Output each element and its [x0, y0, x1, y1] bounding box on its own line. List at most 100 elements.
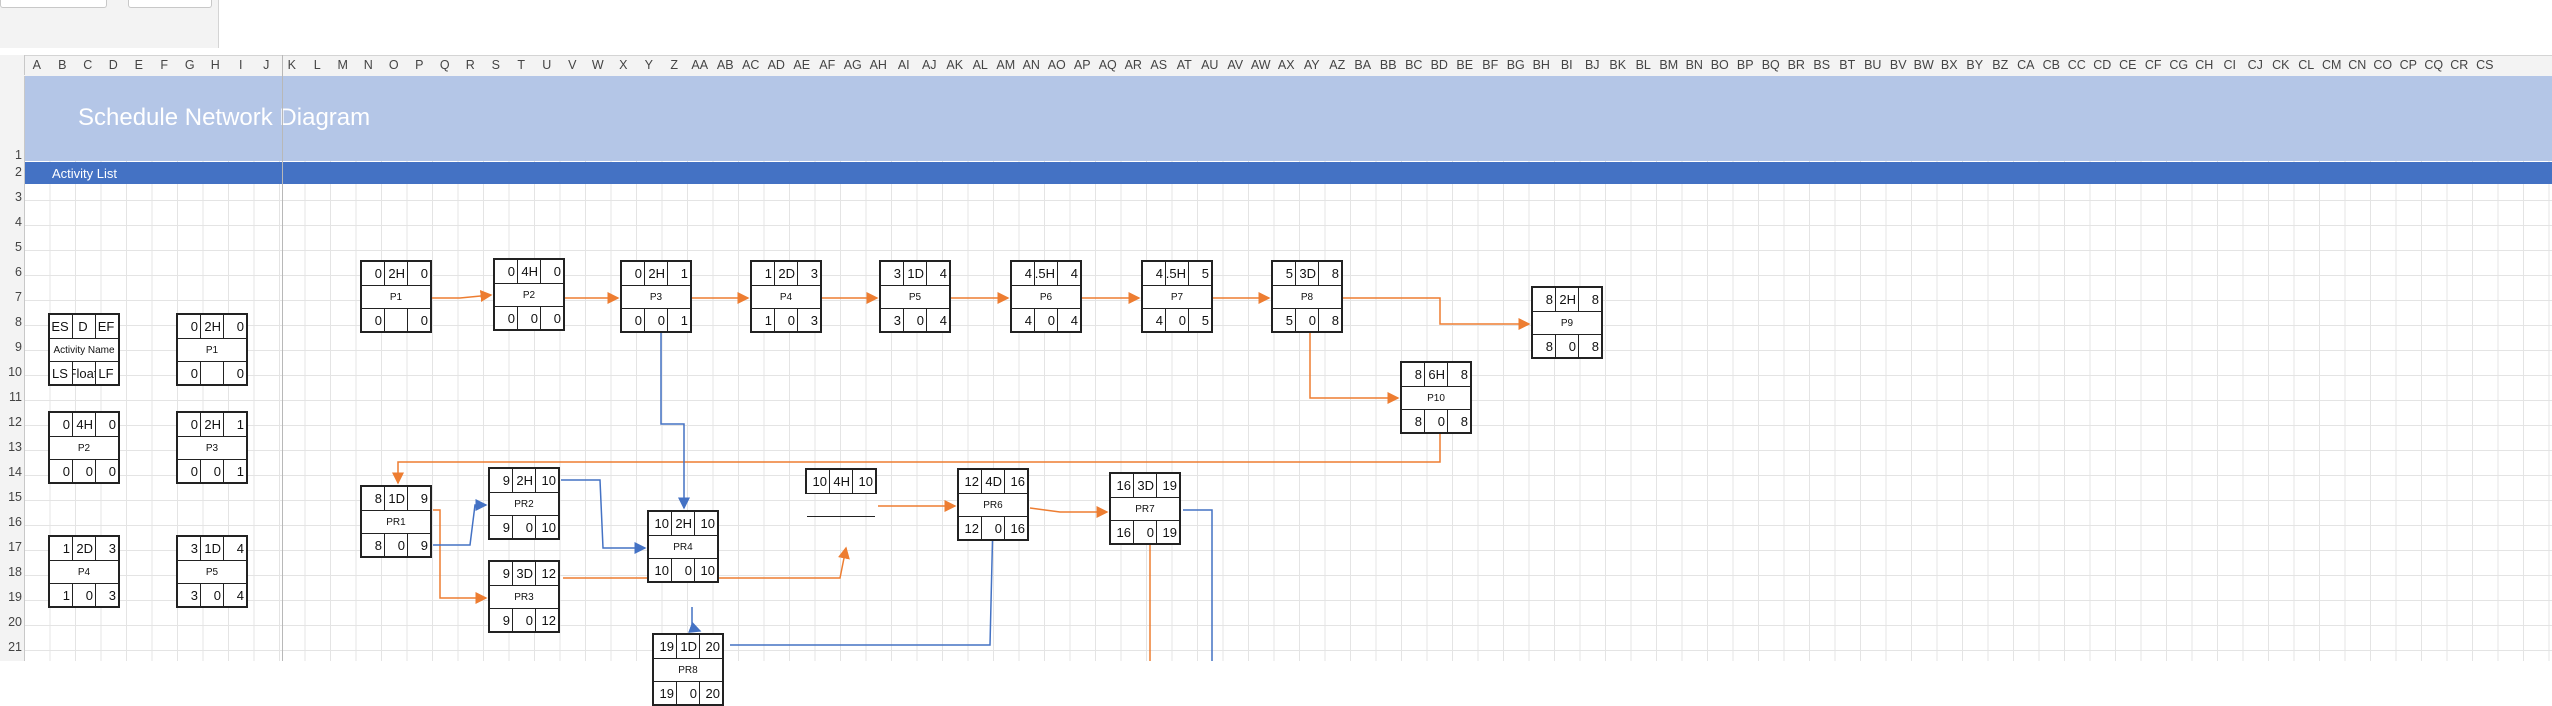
dependency-arrow: [1029, 506, 1109, 518]
node-cell: 16: [1116, 478, 1131, 493]
activity-node-p6[interactable]: 4.5H 4 P6 4 0 4: [1010, 260, 1082, 333]
node-cell: 4H: [517, 260, 540, 283]
activity-node-pr7[interactable]: 16 3D 19 PR7 16 0 19: [1109, 472, 1181, 545]
node-activity-label: P1: [178, 339, 246, 362]
node-cell: 1: [223, 460, 246, 482]
node-cell: 4H: [72, 413, 95, 436]
node-cell: 5: [1285, 312, 1293, 328]
activity-node-es-d-ef[interactable]: ESDEFActivity Name LSFloatLF: [48, 313, 120, 386]
node-cell: 20: [699, 635, 722, 658]
activity-node-p4[interactable]: 1 2D 3 P4 1 0 3: [48, 535, 120, 608]
node-cell: 3: [95, 584, 118, 606]
node-cell: 4: [1024, 312, 1032, 328]
node-activity-label: P10: [1402, 387, 1470, 410]
activity-node-p1[interactable]: 0 2H 0 P1 0 0: [176, 313, 248, 386]
node-activity-label: P7: [1143, 286, 1211, 309]
node-cell: 9: [502, 566, 510, 581]
node-cell: 3: [893, 312, 901, 328]
activity-node-p5[interactable]: 3 1D 4 P5 3 0 4: [176, 535, 248, 608]
activity-node-p2[interactable]: 0 4H 0 P2 0 0 0: [48, 411, 120, 484]
activity-node-pr4[interactable]: 10 2H 10 PR4 10 0 10: [647, 510, 719, 583]
node-cell: 1D: [903, 262, 926, 285]
node-activity-label: P2: [495, 284, 563, 307]
node-cell: 0: [200, 584, 223, 606]
node-activity-label: PR7: [1111, 498, 1179, 521]
node-cell: 2H: [1555, 288, 1578, 311]
activity-node-p1[interactable]: 0 2H 0 P1 0 0: [360, 260, 432, 333]
node-cell: 1: [62, 541, 70, 556]
node-cell: 0: [1555, 335, 1578, 357]
node-cell: 0: [644, 309, 667, 331]
node-cell: 8: [374, 491, 382, 506]
node-activity-label: P4: [752, 286, 820, 309]
node-cell: 3: [797, 309, 820, 331]
node-cell: 0: [95, 413, 118, 436]
node-cell: 5: [1285, 266, 1293, 281]
node-cell: 0: [634, 266, 642, 281]
node-cell: [384, 309, 407, 331]
node-cell: 3: [893, 266, 901, 281]
node-cell: 2H: [512, 469, 535, 492]
node-cell: 0: [62, 463, 70, 479]
node-cell: 0: [903, 309, 926, 331]
activity-node-pr1[interactable]: 8 1D 9 PR1 8 0 9: [360, 485, 432, 558]
node-cell: 1D: [384, 487, 407, 510]
node-cell: 8: [1414, 367, 1422, 382]
activity-node-pr6[interactable]: 12 4D 16 PR6 12 0 16: [957, 468, 1029, 541]
node-cell: 4H: [829, 470, 852, 493]
node-cell: 8: [1318, 262, 1341, 285]
node-cell: 5: [1188, 309, 1211, 331]
node-cell: 0: [507, 310, 515, 326]
node-activity-label: PR3: [490, 586, 558, 609]
node-cell: 1: [62, 587, 70, 603]
node-cell: 4D: [981, 470, 1004, 493]
node-cell: 0: [62, 417, 70, 432]
node-cell: 0: [95, 460, 118, 482]
node-cell: 5: [1188, 262, 1211, 285]
node-cell: 4: [926, 262, 949, 285]
node-cell: 2H: [671, 512, 694, 535]
activity-node-p8[interactable]: 5 3D 8 P8 5 0 8: [1271, 260, 1343, 333]
node-cell: 0: [407, 309, 430, 331]
activity-node-p5[interactable]: 3 1D 4 P5 3 0 4: [879, 260, 951, 333]
node-cell: 3: [190, 541, 198, 556]
node-cell: EF: [95, 315, 118, 338]
node-cell: 10: [654, 562, 669, 578]
dependency-arrow: [1343, 297, 1531, 330]
activity-node-p3[interactable]: 0 2H 1 P3 0 0 1: [620, 260, 692, 333]
node-cell: 2D: [72, 537, 95, 560]
activity-node-p10[interactable]: 8 6H 8 P10 8 0 8: [1400, 361, 1472, 434]
node-activity-label: PR1: [362, 511, 430, 534]
node-cell: 1: [764, 266, 772, 281]
activity-node-p9[interactable]: 8 2H 8 P9 8 0 8: [1531, 286, 1603, 359]
node-cell: 1: [223, 413, 246, 436]
dependency-arrow: [1309, 333, 1400, 404]
activity-node-pr2[interactable]: 9 2H 10 PR2 9 0 10: [488, 467, 560, 540]
node-cell: 16: [1004, 470, 1027, 493]
activity-node-p4[interactable]: 1 2D 3 P4 1 0 3: [750, 260, 822, 333]
activity-node-pr3[interactable]: 9 3D 12 PR3 9 0 12: [488, 560, 560, 633]
node-activity-label: [807, 494, 875, 517]
node-cell: 19: [1156, 521, 1179, 543]
activity-node-p7[interactable]: 47.5H5P7405: [1141, 260, 1213, 333]
node-cell: 0: [517, 307, 540, 329]
node-cell: 0: [512, 516, 535, 538]
node-cell: 10: [694, 512, 717, 535]
node-cell: 9: [502, 612, 510, 628]
node-cell: 2H: [200, 315, 223, 338]
activity-node-p3[interactable]: 0 2H 1 P3 0 0 1: [176, 411, 248, 484]
node-cell: 3: [95, 537, 118, 560]
node-activity-label: P1: [362, 286, 430, 309]
node-cell: 3D: [512, 562, 535, 585]
node-activity-label: P8: [1273, 286, 1341, 309]
node-cell: 9: [502, 473, 510, 488]
node-cell: 0: [774, 309, 797, 331]
activity-node-pr8[interactable]: 19 1D 20 PR8 19 0 20: [652, 633, 724, 706]
dependency-arrow: [660, 333, 690, 510]
activity-node-p2[interactable]: 0 4H 0 P2 0 0 0: [493, 258, 565, 331]
activity-node-pr5[interactable]: 10 4H 10: [805, 468, 877, 517]
node-cell: 2D: [774, 262, 797, 285]
node-cell: 4: [223, 584, 246, 606]
node-activity-label: P5: [178, 561, 246, 584]
node-cell: 0: [384, 534, 407, 556]
